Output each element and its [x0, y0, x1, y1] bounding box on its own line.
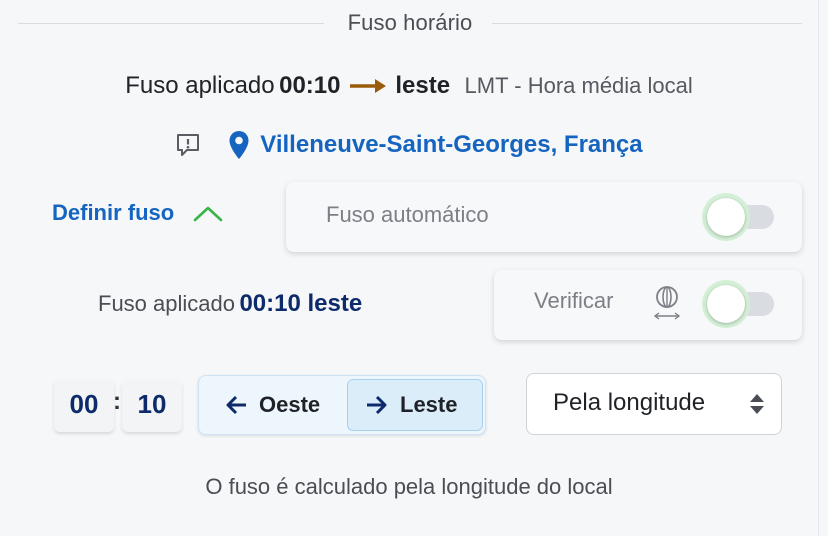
- verify-switch[interactable]: [702, 280, 776, 328]
- switch-knob: [707, 285, 745, 323]
- east-label: Leste: [400, 392, 458, 417]
- arrow-left-icon: [225, 395, 247, 415]
- west-label: Oeste: [259, 392, 321, 417]
- arrow-right-icon: [366, 395, 388, 415]
- applied-timezone-inline: Fuso aplicado 00:10 leste: [98, 290, 362, 318]
- updown-caret-icon: [749, 392, 765, 416]
- auto-timezone-label: Fuso automático: [326, 202, 489, 227]
- arrow-right-icon: [349, 77, 387, 95]
- timezone-type: LMT - Hora média local: [464, 73, 693, 98]
- location-row: Villeneuve-Saint-Georges, França: [0, 130, 818, 160]
- calculation-hint: O fuso é calculado pela longitude do loc…: [205, 474, 613, 499]
- map-pin-icon: [228, 130, 250, 160]
- define-timezone-label: Definir fuso: [52, 200, 175, 225]
- timezone-panel: Fuso horário Fuso aplicado 00:10 leste L…: [0, 0, 819, 536]
- applied-offset: 00:10: [279, 72, 341, 99]
- offset-hours-input[interactable]: 00: [54, 380, 114, 432]
- method-select-value: Pela longitude: [553, 389, 706, 416]
- applied-inline-label: Fuso aplicado: [98, 291, 235, 316]
- auto-timezone-card: Fuso automático: [286, 182, 802, 252]
- globe-arrows-icon: [652, 284, 682, 322]
- divider-right: [492, 23, 802, 24]
- section-header: Fuso horário: [18, 10, 802, 40]
- applied-timezone-summary: Fuso aplicado 00:10 leste LMT - Hora méd…: [0, 72, 818, 100]
- auto-timezone-switch[interactable]: [702, 193, 776, 241]
- feedback-icon[interactable]: [175, 132, 201, 158]
- switch-knob: [707, 198, 745, 236]
- offset-separator: :: [113, 388, 121, 415]
- location-link[interactable]: Villeneuve-Saint-Georges, França: [260, 131, 642, 158]
- chevron-up-icon: [192, 203, 224, 223]
- applied-prefix: Fuso aplicado: [125, 72, 275, 99]
- direction-toggle-group: Oeste Leste: [198, 375, 486, 435]
- offset-minutes-input[interactable]: 10: [122, 380, 182, 432]
- define-timezone-toggle[interactable]: Definir fuso: [52, 200, 224, 226]
- method-select[interactable]: Pela longitude: [526, 373, 782, 435]
- east-button[interactable]: Leste: [347, 379, 483, 431]
- applied-inline-value: 00:10 leste: [239, 290, 363, 317]
- verify-card: Verificar: [494, 270, 802, 340]
- west-button[interactable]: Oeste: [207, 379, 339, 431]
- verify-label: Verificar: [534, 288, 614, 313]
- applied-direction: leste: [395, 72, 451, 99]
